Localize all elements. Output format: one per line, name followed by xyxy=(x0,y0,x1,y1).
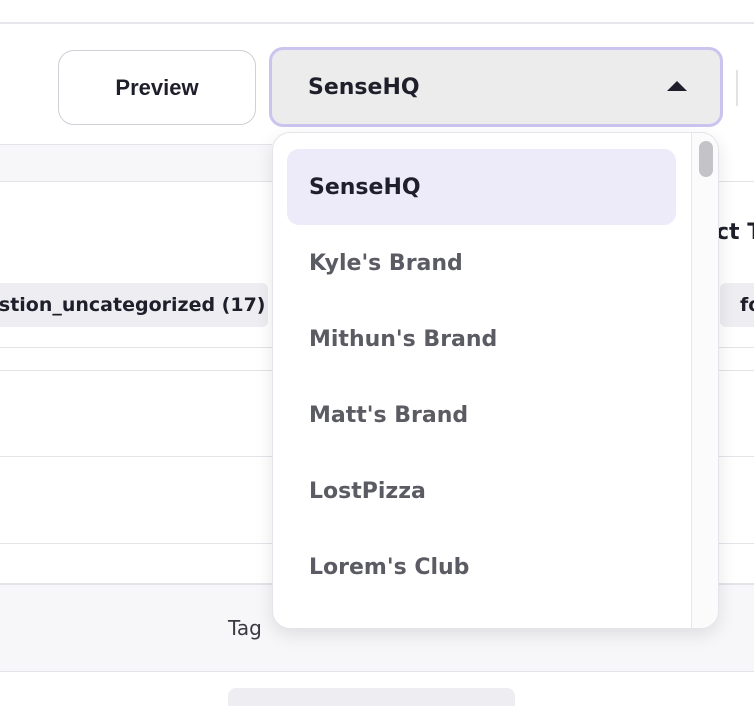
brand-option-lostpizza[interactable]: LostPizza xyxy=(287,453,676,529)
category-chip-right-label: fo xyxy=(740,294,754,316)
dropdown-scrollbar[interactable] xyxy=(691,133,718,628)
column-header-partial: ct T xyxy=(716,220,754,245)
brand-select-value: SenseHQ xyxy=(308,74,420,100)
brand-option-label: Lorem's Club xyxy=(309,554,470,580)
brand-option-sensehq[interactable]: SenseHQ xyxy=(287,149,676,225)
caret-up-icon xyxy=(667,81,687,91)
brand-dropdown-menu: SenseHQ Kyle's Brand Mithun's Brand Matt… xyxy=(272,132,719,629)
divider xyxy=(0,144,272,145)
category-chip-label: estion_uncategorized (17) xyxy=(0,294,266,316)
preview-button[interactable]: Preview xyxy=(58,50,256,125)
brand-option-lorems-club[interactable]: Lorem's Club xyxy=(287,529,676,605)
brand-option-label: Matt's Brand xyxy=(309,402,469,428)
brand-select[interactable]: SenseHQ xyxy=(269,47,723,127)
category-chip-right[interactable]: fo xyxy=(720,283,754,327)
brand-option-label: SenseHQ xyxy=(309,174,421,200)
tag-label: Tag xyxy=(228,616,262,640)
bottom-chip[interactable] xyxy=(228,688,515,706)
brand-option-kyles-brand[interactable]: Kyle's Brand xyxy=(287,225,676,301)
brand-option-matts-brand[interactable]: Matt's Brand xyxy=(287,377,676,453)
brand-option-list: SenseHQ Kyle's Brand Mithun's Brand Matt… xyxy=(273,133,691,628)
brand-option-mithuns-brand[interactable]: Mithun's Brand xyxy=(287,301,676,377)
table-header-band xyxy=(0,145,272,182)
brand-option-label: Mithun's Brand xyxy=(309,326,498,352)
scrollbar-thumb[interactable] xyxy=(699,141,713,177)
top-divider xyxy=(0,22,754,24)
screen: Preview SenseHQ ct T estion_uncategorize… xyxy=(0,0,754,706)
toolbar-separator xyxy=(736,70,738,106)
divider xyxy=(0,671,754,672)
brand-option-label: LostPizza xyxy=(309,478,426,504)
brand-option-label: Kyle's Brand xyxy=(309,250,463,276)
category-chip[interactable]: estion_uncategorized (17) xyxy=(0,283,268,327)
